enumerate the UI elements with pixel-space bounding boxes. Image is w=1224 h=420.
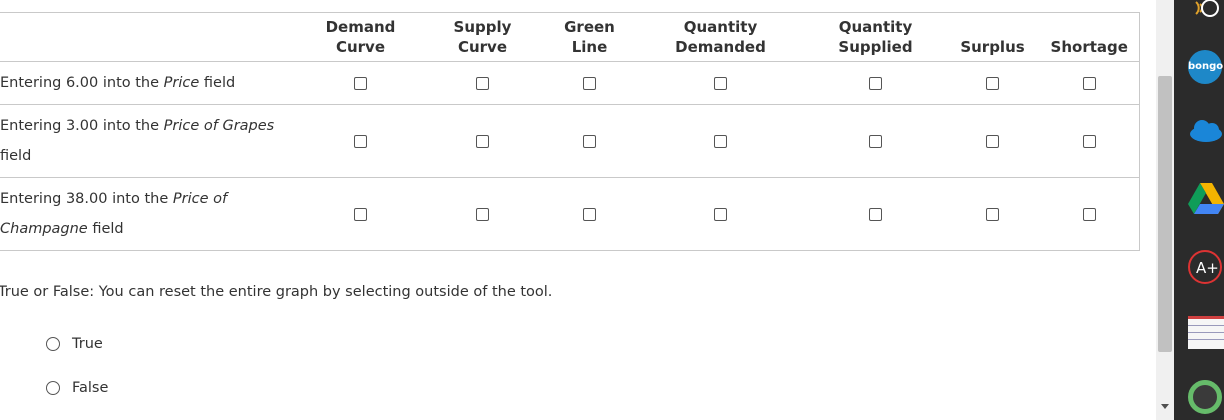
header-supply-curve: Supply Curve bbox=[421, 12, 544, 62]
header-demand-curve: Demand Curve bbox=[299, 12, 422, 62]
row-label: Entering 6.00 into the Price field bbox=[0, 61, 300, 105]
question-text: True or False: You can reset the entire … bbox=[0, 284, 553, 300]
checkbox-shortage[interactable] bbox=[1082, 207, 1096, 221]
header-quantity-demanded: Quantity Demanded bbox=[635, 12, 806, 62]
bongo-icon[interactable]: bongo bbox=[1188, 50, 1224, 84]
checkbox-demand-curve[interactable] bbox=[354, 134, 367, 148]
table-row: Entering 38.00 into the Price of Champag… bbox=[0, 177, 1140, 251]
row-label: Entering 38.00 into the Price of Champag… bbox=[0, 177, 300, 251]
radio-false[interactable] bbox=[46, 381, 60, 395]
bongo-label: bongo bbox=[1188, 61, 1224, 72]
aplus-icon[interactable]: A+ bbox=[1188, 250, 1222, 284]
checkbox-quantity-supplied[interactable] bbox=[869, 134, 882, 148]
checkbox-quantity-demanded[interactable] bbox=[714, 207, 727, 221]
checkbox-supply-curve[interactable] bbox=[476, 76, 489, 90]
notebook-icon[interactable] bbox=[1188, 316, 1224, 349]
option-true[interactable]: True bbox=[46, 336, 103, 352]
quiz-content: Demand Curve Supply Curve Green Line Quanti… bbox=[0, 0, 1156, 420]
scroll-down-arrow-icon[interactable] bbox=[1161, 404, 1169, 409]
svg-text:A+: A+ bbox=[1196, 259, 1219, 277]
checkbox-demand-curve[interactable] bbox=[354, 76, 367, 90]
checkbox-green-line[interactable] bbox=[583, 76, 596, 90]
table-row: Entering 3.00 into the Price of Grapes f… bbox=[0, 104, 1140, 178]
table-header-row: Demand Curve Supply Curve Green Line Quanti… bbox=[0, 12, 1140, 62]
table-row: Entering 6.00 into the Price field bbox=[0, 61, 1140, 105]
checkbox-shortage[interactable] bbox=[1082, 76, 1096, 90]
checkbox-quantity-demanded[interactable] bbox=[714, 76, 727, 90]
header-blank bbox=[0, 12, 300, 62]
checkbox-surplus[interactable] bbox=[986, 134, 999, 148]
checkbox-shortage[interactable] bbox=[1082, 134, 1096, 148]
scrollbar-thumb[interactable] bbox=[1158, 76, 1172, 352]
checkbox-green-line[interactable] bbox=[583, 207, 596, 221]
header-shortage: Shortage bbox=[1039, 12, 1140, 62]
checkbox-surplus[interactable] bbox=[986, 207, 999, 221]
header-quantity-supplied: Quantity Supplied bbox=[805, 12, 946, 62]
header-green-line: Green Line bbox=[543, 12, 636, 62]
effects-table: Demand Curve Supply Curve Green Line Quanti… bbox=[0, 12, 1140, 251]
app-dock: bongo A+ bbox=[1174, 0, 1224, 420]
option-true-label: True bbox=[72, 336, 103, 352]
checkbox-demand-curve[interactable] bbox=[354, 207, 367, 221]
checkbox-surplus[interactable] bbox=[986, 76, 999, 90]
option-false-label: False bbox=[72, 380, 109, 396]
checkbox-quantity-demanded[interactable] bbox=[714, 134, 727, 148]
checkbox-quantity-supplied[interactable] bbox=[869, 207, 882, 221]
checkbox-supply-curve[interactable] bbox=[476, 207, 489, 221]
circle-app-icon[interactable] bbox=[1188, 380, 1222, 414]
checkbox-quantity-supplied[interactable] bbox=[869, 76, 882, 90]
checkbox-supply-curve[interactable] bbox=[476, 134, 489, 148]
broadcast-icon[interactable] bbox=[1188, 0, 1224, 30]
radio-true[interactable] bbox=[46, 337, 60, 351]
checkbox-green-line[interactable] bbox=[583, 134, 596, 148]
option-false[interactable]: False bbox=[46, 380, 108, 396]
onedrive-icon[interactable] bbox=[1188, 116, 1224, 152]
row-label: Entering 3.00 into the Price of Grapes f… bbox=[0, 104, 300, 178]
vertical-scrollbar[interactable] bbox=[1156, 0, 1174, 420]
google-drive-icon[interactable] bbox=[1188, 180, 1224, 216]
header-surplus: Surplus bbox=[945, 12, 1040, 62]
